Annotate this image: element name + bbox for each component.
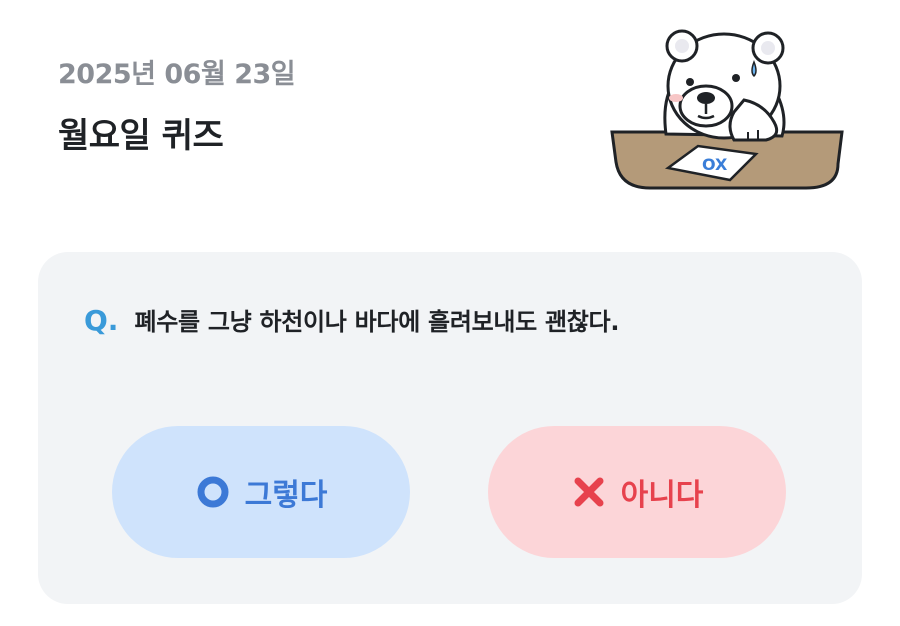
page-title: 월요일 퀴즈 bbox=[58, 116, 224, 156]
cross-x-icon bbox=[574, 477, 604, 507]
quiz-card: Q. 폐수를 그냥 하천이나 바다에 흘려보내도 괜찮다. 그렇다 아니다 bbox=[38, 252, 862, 604]
answer-yes-label: 그렇다 bbox=[244, 478, 328, 513]
svg-text:OX: OX bbox=[702, 155, 728, 174]
answer-no-label: 아니다 bbox=[620, 478, 704, 513]
question-text: 폐수를 그냥 하천이나 바다에 흘려보내도 괜찮다. bbox=[134, 308, 620, 336]
question-row: Q. 폐수를 그냥 하천이나 바다에 흘려보내도 괜찮다. bbox=[84, 302, 619, 337]
circle-o-icon bbox=[197, 476, 229, 508]
answer-no-button[interactable]: 아니다 bbox=[488, 426, 786, 558]
question-mark: Q. bbox=[84, 304, 119, 337]
answer-yes-button[interactable]: 그렇다 bbox=[112, 426, 410, 558]
bear-mascot-icon: OX bbox=[610, 29, 844, 190]
quiz-page: 2025년 06월 23일 월요일 퀴즈 OX Q. 폐수를 그냥 하천이나 바… bbox=[0, 0, 900, 626]
quiz-date: 2025년 06월 23일 bbox=[58, 59, 296, 90]
